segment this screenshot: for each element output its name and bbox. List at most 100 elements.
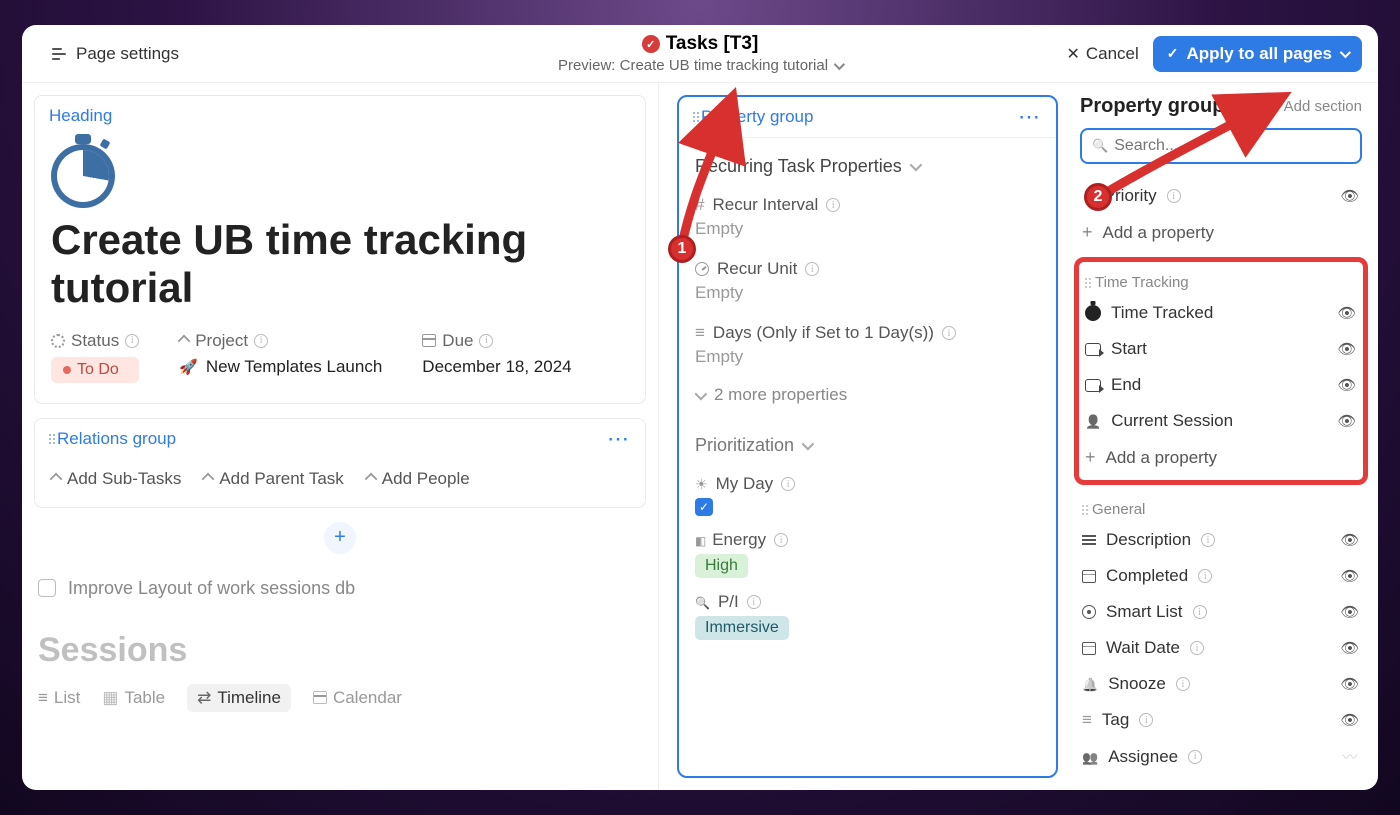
prop-pi[interactable]: P/I i Immersive [695,582,1040,644]
sun-icon [695,474,708,494]
checkbox-checked-icon[interactable]: ✓ [695,498,713,516]
topbar-actions: ✕ Cancel ✓ Apply to all pages [1066,36,1362,72]
prop-recur-interval[interactable]: Recur Interval i Empty [695,185,1040,249]
search-input[interactable] [1114,137,1350,155]
relations-body: Add Sub-Tasks Add Parent Task Add People [35,459,645,507]
section-general[interactable]: General [1080,493,1362,522]
multiselect-icon [1082,710,1092,730]
prop-days[interactable]: Days (Only if Set to 1 Day(s)) i Empty [695,313,1040,377]
drag-handle-icon[interactable] [1082,505,1084,515]
info-icon: i [125,334,139,348]
prop-time-tracked[interactable]: Time Tracked 👁 [1083,295,1359,331]
prop-energy[interactable]: Energy i High [695,520,1040,582]
relation-arrow-icon [178,334,191,347]
info-icon: i [1167,189,1181,203]
more-menu-icon[interactable]: ⋯ [1018,112,1042,122]
person-icon [1085,411,1101,431]
add-sub-tasks-button[interactable]: Add Sub-Tasks [51,469,181,489]
section-time-tracking[interactable]: Time Tracking [1083,266,1359,295]
heading-card[interactable]: Heading Create UB time tracking tutorial… [34,95,646,404]
prop-completed[interactable]: Completedi 👁 [1080,558,1362,594]
tab-list[interactable]: List [38,684,80,712]
topbar-center: ✓ Tasks [T3] Preview: Create UB time tra… [558,33,842,74]
more-menu-icon[interactable]: ⋯ [607,434,631,444]
prop-due[interactable]: Due i December 18, 2024 [422,331,571,383]
add-parent-task-button[interactable]: Add Parent Task [203,469,343,489]
visibility-toggle-icon[interactable]: 👁 [1337,412,1357,430]
visibility-toggle-icon[interactable]: 👁 [1340,531,1360,549]
prop-project[interactable]: Project i 🚀 New Templates Launch [179,331,382,383]
prop-my-day[interactable]: My Day i ✓ [695,464,1040,520]
drag-handle-icon[interactable] [1085,278,1087,288]
rocket-icon: 🚀 [179,358,198,376]
sidebar-title: Property group [1080,95,1224,118]
tab-table[interactable]: ▦Table [102,684,165,712]
stopwatch-icon [1085,305,1101,321]
page-icon-stopwatch[interactable] [51,144,115,208]
add-property-button[interactable]: Add a property [1083,439,1359,476]
todo-item[interactable]: Improve Layout of work sessions db [34,572,646,605]
prop-end[interactable]: End 👁 [1083,367,1359,403]
drag-handle-icon[interactable] [49,434,51,444]
visibility-toggle-icon[interactable]: 👁 [1340,567,1360,585]
add-section-button[interactable]: Add section [1269,96,1362,117]
chevron-down-icon [909,159,922,172]
visibility-toggle-icon[interactable]: 👁 [1340,675,1360,693]
status-icon [51,334,65,348]
visibility-toggle-icon[interactable]: 👁 [1337,340,1357,358]
visibility-hidden-icon[interactable]: 〰 [1340,746,1360,767]
formula-icon [1085,343,1101,356]
status-value-pill[interactable]: To Do [51,357,139,383]
group-prioritization: Prioritization My Day i ✓ [679,417,1056,648]
prop-priority[interactable]: Priority i 👁 [1080,178,1362,214]
calendar-icon [1082,570,1096,583]
prop-recur-unit[interactable]: Recur Unit i Empty [695,249,1040,313]
add-people-button[interactable]: Add People [366,469,470,489]
tab-timeline[interactable]: ⇄Timeline [187,684,291,712]
people-icon [1082,747,1098,767]
cancel-button[interactable]: ✕ Cancel [1066,44,1138,64]
prop-start[interactable]: Start 👁 [1083,331,1359,367]
relations-card[interactable]: Relations group ⋯ Add Sub-Tasks Add Pare… [34,418,646,508]
visibility-toggle-icon[interactable]: 👁 [1340,639,1360,657]
relation-arrow-icon [364,472,377,485]
prop-smartlist[interactable]: Smart Listi 👁 [1080,594,1362,630]
prop-waitdate[interactable]: Wait Datei 👁 [1080,630,1362,666]
property-group-card[interactable]: Property group ⋯ Recurring Task Properti… [677,95,1058,778]
group-recurring-header[interactable]: Recurring Task Properties [695,148,1040,185]
tab-calendar[interactable]: Calendar [313,684,402,712]
info-icon: i [1193,605,1207,619]
prop-current-session[interactable]: Current Session 👁 [1083,403,1359,439]
property-search[interactable] [1080,128,1362,164]
due-label: Due [442,331,473,351]
apply-label: Apply to all pages [1187,44,1332,64]
formula-icon [1085,379,1101,392]
group-prioritization-header[interactable]: Prioritization [695,427,1040,464]
visibility-toggle-icon[interactable]: 👁 [1340,187,1360,205]
prop-assignee[interactable]: Assigneei 〰 [1080,738,1362,775]
visibility-toggle-icon[interactable]: 👁 [1337,304,1357,322]
show-more-properties[interactable]: 2 more properties [695,377,1040,413]
checkbox-icon[interactable] [38,579,56,597]
prop-snooze[interactable]: Snoozei 👁 [1080,666,1362,702]
page-heading-title[interactable]: Create UB time tracking tutorial [51,216,629,313]
title-text: Tasks [T3] [666,33,759,55]
info-icon: i [1188,750,1202,764]
visibility-toggle-icon[interactable]: 👁 [1340,711,1360,729]
prop-status[interactable]: Status i To Do [51,331,139,383]
info-icon: i [826,198,840,212]
page-settings-button[interactable]: Page settings [52,44,179,64]
drag-handle-icon[interactable] [693,112,695,122]
add-block-button[interactable]: + [324,522,356,554]
prop-tag[interactable]: Tagi 👁 [1080,702,1362,738]
battery-icon [695,530,704,550]
visibility-toggle-icon[interactable]: 👁 [1337,376,1357,394]
prop-description[interactable]: Descriptioni 👁 [1080,522,1362,558]
middle-panel: Property group ⋯ Recurring Task Properti… [658,83,1070,790]
visibility-toggle-icon[interactable]: 👁 [1340,603,1360,621]
add-property-button[interactable]: Add a property [1080,214,1362,251]
preview-switcher[interactable]: Preview: Create UB time tracking tutoria… [558,57,842,74]
heading-card-header: Heading [35,96,645,136]
apply-all-button[interactable]: ✓ Apply to all pages [1153,36,1362,72]
plus-icon [1085,447,1096,468]
